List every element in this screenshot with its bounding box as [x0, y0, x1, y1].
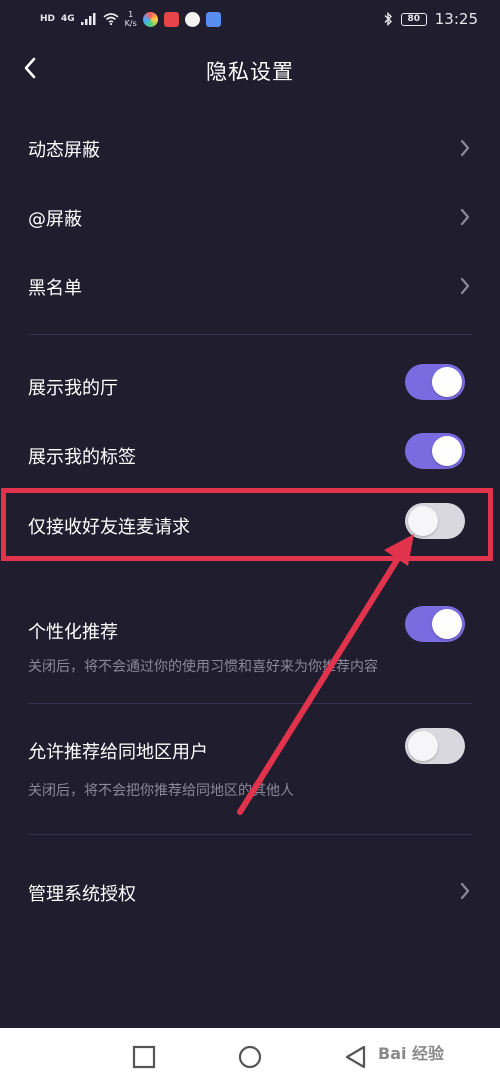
page-title: 隐私设置	[206, 60, 294, 84]
row-mention-block[interactable]: @屏蔽	[0, 187, 500, 247]
row-description: 关闭后，将不会通过你的使用习惯和喜好来为你推荐内容	[28, 659, 378, 675]
divider	[28, 834, 472, 835]
row-blacklist[interactable]: 黑名单	[0, 256, 500, 316]
toggle-knob	[432, 367, 462, 397]
row-show-my-room: 展示我的厅	[0, 354, 500, 414]
wifi-icon	[103, 13, 119, 25]
toggle-knob	[432, 436, 462, 466]
row-dynamic-block[interactable]: 动态屏蔽	[0, 118, 500, 178]
row-label: 动态屏蔽	[28, 140, 100, 161]
app-notification-icon	[184, 11, 200, 27]
row-description: 关闭后，将不会把你推荐给同地区的其他人	[28, 783, 294, 799]
personalized-recommend-toggle[interactable]	[405, 606, 465, 642]
toggle-knob	[432, 609, 462, 639]
row-label: 展示我的标签	[28, 447, 136, 468]
row-recommend-same-region: 允许推荐给同地区用户 关闭后，将不会把你推荐给同地区的其他人	[0, 718, 500, 808]
row-manage-permissions[interactable]: 管理系统授权	[0, 860, 500, 920]
baidu-jingyan-watermark: Bai 经验	[378, 1044, 445, 1063]
app-notification-icon	[142, 11, 158, 27]
app-notification-icon	[163, 11, 179, 27]
clock: 13:25	[434, 10, 478, 28]
network-indicator: 4G	[61, 14, 75, 24]
row-label: 管理系统授权	[28, 884, 136, 905]
row-personalized-recommend: 个性化推荐 关闭后，将不会通过你的使用习惯和喜好来为你推荐内容	[0, 598, 500, 688]
chevron-right-icon	[460, 882, 470, 900]
annotation-highlight-box	[1, 488, 493, 561]
row-label: 展示我的厅	[28, 378, 118, 399]
app-notification-icon	[205, 11, 221, 27]
row-show-my-tags: 展示我的标签	[0, 423, 500, 483]
chevron-right-icon	[460, 139, 470, 157]
speed-unit: K/s	[124, 19, 137, 28]
status-right: 80 13:25	[383, 10, 478, 28]
back-triangle-icon[interactable]	[343, 1044, 369, 1070]
status-bar: HD 4G 1 K/s 80 13:25	[0, 0, 500, 38]
show-my-room-toggle[interactable]	[405, 364, 465, 400]
recommend-same-region-toggle[interactable]	[405, 728, 465, 764]
divider	[28, 334, 472, 335]
recent-apps-icon[interactable]	[131, 1044, 157, 1070]
row-label: @屏蔽	[28, 209, 82, 230]
row-label: 个性化推荐	[28, 622, 118, 643]
toggle-knob	[408, 731, 438, 761]
row-label: 黑名单	[28, 278, 82, 299]
hd-indicator: HD	[40, 14, 56, 24]
chevron-right-icon	[460, 277, 470, 295]
signal-icon	[80, 13, 96, 25]
chevron-right-icon	[460, 208, 470, 226]
header: 隐私设置	[0, 40, 500, 100]
home-icon[interactable]	[237, 1044, 263, 1070]
status-left: HD 4G 1 K/s	[40, 10, 221, 28]
bluetooth-icon	[384, 12, 392, 26]
speed-value: 1	[128, 10, 134, 19]
show-my-tags-toggle[interactable]	[405, 433, 465, 469]
row-label: 允许推荐给同地区用户	[28, 742, 208, 763]
divider	[28, 703, 472, 704]
battery-indicator: 80	[400, 12, 427, 26]
network-speed: 1 K/s	[125, 10, 137, 28]
